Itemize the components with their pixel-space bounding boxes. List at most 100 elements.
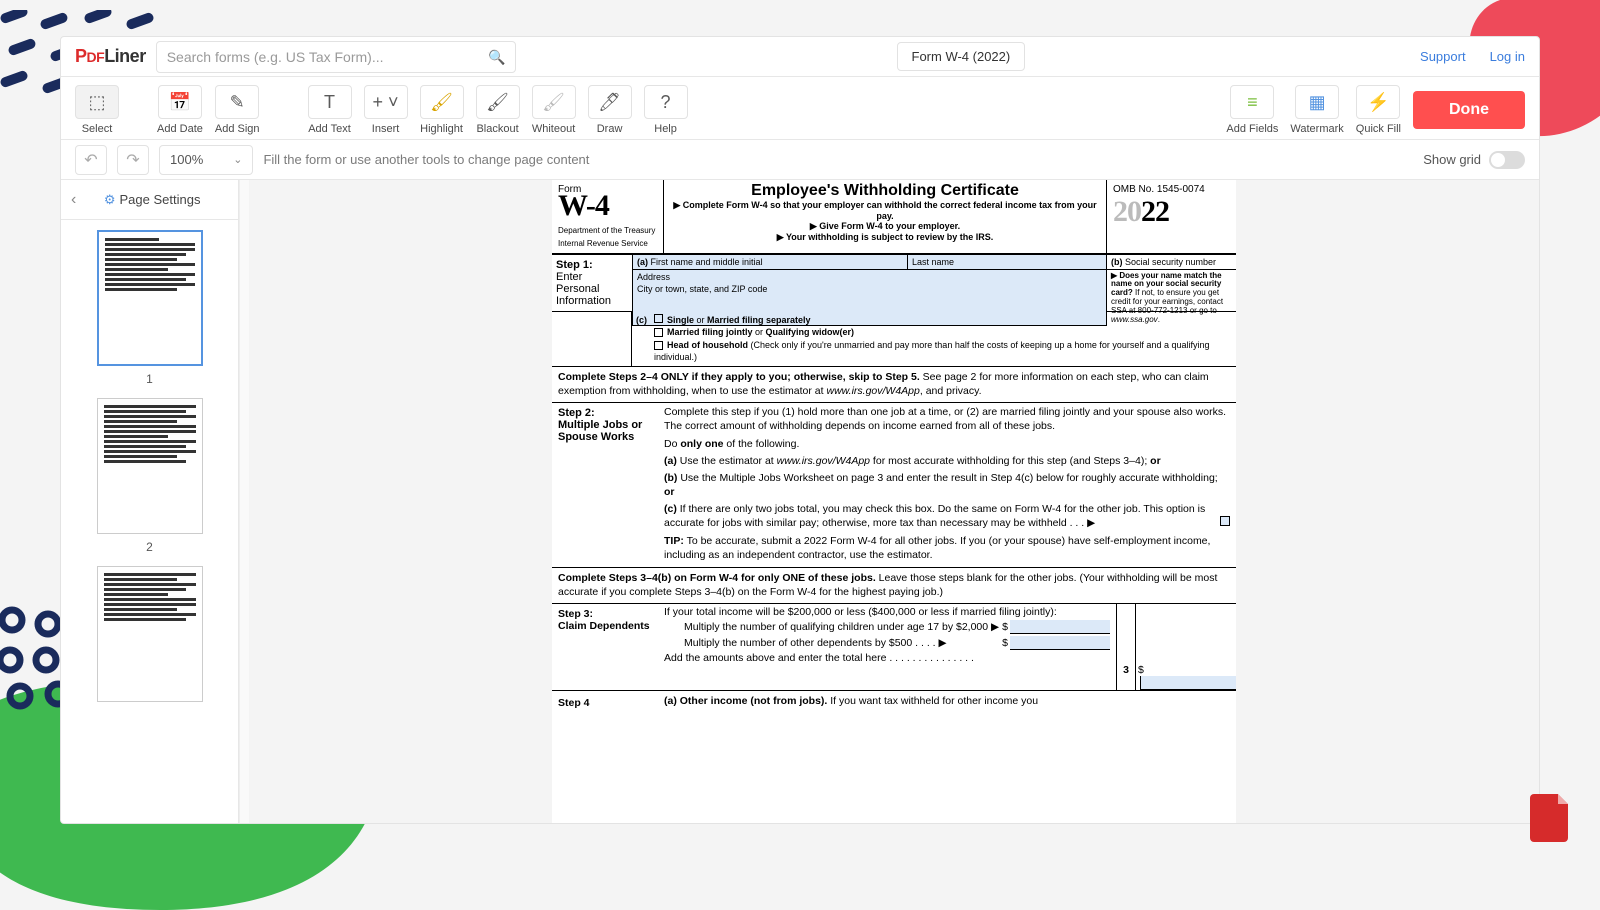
- main-area: ‹ ⚙Page Settings 1 2 Form W-4 Department…: [61, 180, 1539, 823]
- help-tool[interactable]: ?: [644, 85, 688, 119]
- s2-a-text: Use the estimator at: [677, 455, 777, 467]
- zoom-select[interactable]: 100% ⌄: [159, 145, 253, 175]
- logo-liner: Liner: [104, 46, 146, 67]
- s2-tip-label: TIP:: [664, 535, 684, 547]
- hoh-label: Head of household: [667, 340, 748, 350]
- draw-icon: 🖊: [598, 93, 621, 111]
- step2-p1: Complete this step if you (1) hold more …: [664, 405, 1230, 433]
- login-link[interactable]: Log in: [1490, 49, 1525, 64]
- insert-tool[interactable]: + ˅: [364, 85, 408, 119]
- s2-following: of the following.: [724, 438, 800, 450]
- last-name-label: Last name: [912, 257, 954, 267]
- show-grid-toggle[interactable]: [1489, 151, 1525, 169]
- watermark-icon: ▦: [1309, 93, 1326, 111]
- app-window: PDFLiner 🔍 Form W-4 (2022) Support Log i…: [60, 36, 1540, 824]
- show-grid-control: Show grid: [1423, 151, 1525, 169]
- logo: PDFLiner: [75, 46, 146, 67]
- redo-button[interactable]: ↷: [117, 145, 149, 175]
- s3-line-num: 3: [1116, 604, 1136, 690]
- highlight-icon: 🖌: [430, 93, 453, 111]
- header-bar: PDFLiner 🔍 Form W-4 (2022) Support Log i…: [61, 37, 1539, 77]
- step1-title: Step 1:: [556, 259, 628, 271]
- support-link[interactable]: Support: [1420, 49, 1466, 64]
- checkbox-mfj[interactable]: [654, 328, 663, 337]
- thumb-num-2: 2: [61, 540, 238, 554]
- watermark-tool[interactable]: ▦: [1295, 85, 1339, 119]
- s2-onlyone: only one: [680, 438, 723, 450]
- field-a-label: (a): [637, 257, 648, 267]
- whiteout-label: Whiteout: [532, 123, 575, 135]
- document-viewer[interactable]: Form W-4 Department of the Treasury Inte…: [249, 180, 1539, 823]
- s3-total-amount[interactable]: [1140, 676, 1236, 690]
- gear-icon: ⚙: [104, 192, 116, 207]
- s2-c-label: (c): [664, 503, 677, 515]
- add-date-label: Add Date: [157, 123, 203, 135]
- show-grid-label: Show grid: [1423, 152, 1481, 167]
- field-b-label: (b): [1111, 257, 1123, 267]
- s3-dol3: $: [1136, 664, 1144, 676]
- s3-amount2[interactable]: [1010, 636, 1110, 650]
- search-wrapper: 🔍: [156, 41, 516, 73]
- sidebar-scrollbar[interactable]: [239, 180, 249, 823]
- s3-amount1[interactable]: [1010, 620, 1110, 634]
- plus-icon: + ˅: [373, 93, 399, 111]
- checkbox-hoh[interactable]: [654, 341, 663, 350]
- add-fields-label: Add Fields: [1226, 123, 1278, 135]
- select-label: Select: [82, 123, 113, 135]
- ssn-label: Social security number: [1125, 257, 1216, 267]
- add-fields-tool[interactable]: ≡: [1230, 85, 1274, 119]
- sidebar: ‹ ⚙Page Settings 1 2: [61, 180, 239, 823]
- logo-df: DF: [87, 49, 105, 65]
- s3-p1: If your total income will be $200,000 or…: [664, 606, 1110, 618]
- dept-line1: Department of the Treasury: [558, 227, 657, 236]
- s2-do: Do: [664, 438, 680, 450]
- step3-title: Step 3:: [558, 608, 652, 620]
- blackout-tool[interactable]: 🖌: [476, 85, 520, 119]
- toolbar: ⬚ Select 📅 Add Date ✎ Add Sign T Add Tex…: [61, 77, 1539, 140]
- s4-a-text: If you want tax withheld for other incom…: [827, 695, 1038, 707]
- s2-c-text: If there are only two jobs total, you ma…: [664, 503, 1205, 529]
- lightning-icon: ⚡: [1367, 93, 1389, 111]
- para2-bold: Complete Steps 3–4(b) on Form W-4 for on…: [558, 572, 876, 584]
- checkbox-step2c[interactable]: [1220, 516, 1230, 526]
- s3-dol1: $: [1000, 621, 1010, 633]
- select-tool[interactable]: ⬚: [75, 85, 119, 119]
- done-button[interactable]: Done: [1413, 91, 1525, 129]
- logo-p: P: [75, 46, 87, 67]
- quick-fill-label: Quick Fill: [1356, 123, 1401, 135]
- s4-a-label: (a) Other income (not from jobs).: [664, 695, 827, 707]
- quick-fill-tool[interactable]: ⚡: [1356, 85, 1400, 119]
- search-input[interactable]: [156, 41, 516, 73]
- search-icon[interactable]: 🔍: [488, 49, 505, 66]
- s2-a-link: www.irs.gov/W4App: [777, 455, 870, 467]
- thumbnails: 1 2: [61, 220, 238, 823]
- whiteout-icon: 🖌: [542, 93, 565, 111]
- page-thumb-3[interactable]: [97, 566, 203, 702]
- s3-p3: Multiply the number of other dependents …: [664, 637, 1000, 649]
- address-label: Address: [637, 272, 670, 282]
- draw-label: Draw: [597, 123, 623, 135]
- highlight-tool[interactable]: 🖌: [420, 85, 464, 119]
- year-20: 20: [1113, 195, 1141, 228]
- redo-icon: ↷: [126, 150, 139, 170]
- doc-bullet3: ▶ Your withholding is subject to review …: [670, 232, 1100, 243]
- undo-icon: ↶: [84, 150, 97, 170]
- undo-button[interactable]: ↶: [75, 145, 107, 175]
- add-text-tool[interactable]: T: [308, 85, 352, 119]
- step4-title: Step 4: [558, 697, 652, 709]
- add-sign-tool[interactable]: ✎: [215, 85, 259, 119]
- page-settings-button[interactable]: ⚙ Page Settings: [76, 192, 228, 208]
- draw-tool[interactable]: 🖊: [588, 85, 632, 119]
- s3-dol2: $: [1000, 637, 1010, 649]
- page-thumb-2[interactable]: [97, 398, 203, 534]
- doc-title: Employee's Withholding Certificate: [670, 182, 1100, 200]
- document-title[interactable]: Form W-4 (2022): [897, 42, 1026, 71]
- help-icon: ?: [661, 93, 671, 111]
- calendar-icon: 📅: [169, 93, 191, 111]
- page-thumb-1[interactable]: [97, 230, 203, 366]
- checkbox-single[interactable]: [654, 314, 663, 323]
- add-date-tool[interactable]: 📅: [158, 85, 202, 119]
- whiteout-tool[interactable]: 🖌: [532, 85, 576, 119]
- sub-toolbar: ↶ ↷ 100% ⌄ Fill the form or use another …: [61, 140, 1539, 180]
- page-settings-label: Page Settings: [120, 192, 201, 207]
